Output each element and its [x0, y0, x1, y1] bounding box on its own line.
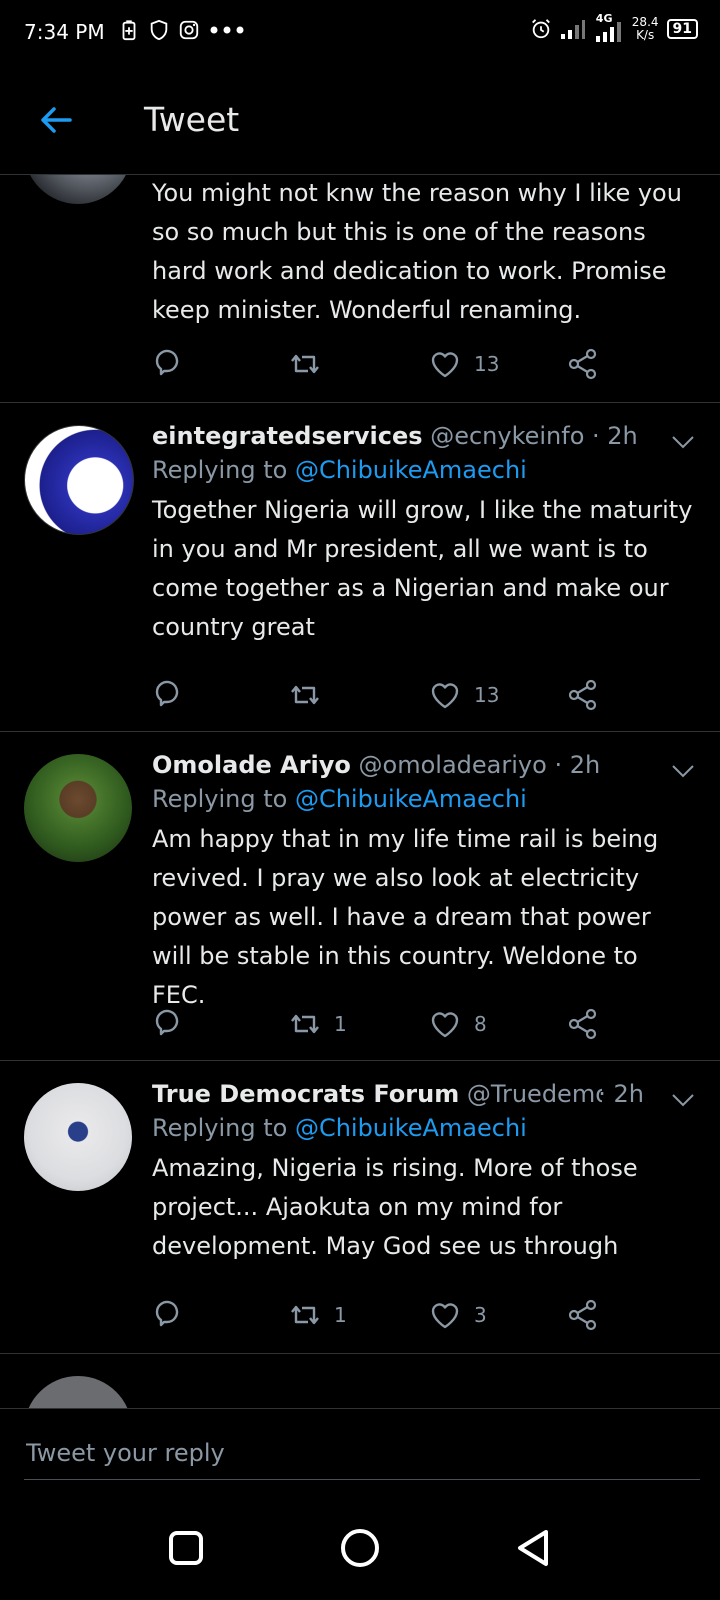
more-dots-icon: [210, 26, 244, 34]
shield-icon: [150, 19, 168, 41]
chevron-down-icon[interactable]: [670, 429, 696, 455]
replying-to: Replying to @ChibuikeAmaechi: [152, 785, 527, 813]
recents-square-icon[interactable]: [164, 1526, 208, 1570]
tweet-actions: 13: [152, 344, 632, 384]
reply-feed[interactable]: You might not knw the reason why I like …: [0, 174, 720, 1408]
replying-to: Replying to @ChibuikeAmaechi: [152, 456, 527, 484]
heart-icon: [431, 1303, 459, 1329]
battery-saver-icon: [122, 20, 136, 41]
tweet-actions: 1 3: [152, 1295, 632, 1335]
status-time: 7:34 PM: [24, 20, 105, 44]
share-button[interactable]: [566, 675, 600, 715]
reply-button[interactable]: [152, 675, 186, 715]
retweet-button[interactable]: 1: [288, 1295, 347, 1335]
chevron-down-icon[interactable]: [670, 1087, 696, 1113]
reply-button[interactable]: [152, 1295, 186, 1335]
avatar[interactable]: [24, 1083, 132, 1191]
retweet-count: 1: [334, 1012, 347, 1036]
back-triangle-icon[interactable]: [512, 1526, 556, 1570]
tweet-actions: 1 8: [152, 1004, 632, 1044]
tweet-item[interactable]: eintegratedservices @ecnykeinfo · 2h Rep…: [0, 403, 720, 732]
author-name[interactable]: eintegratedservices: [152, 422, 423, 450]
tweet-text: You might not knw the reason why I like …: [152, 179, 682, 324]
home-circle-icon[interactable]: [338, 1526, 382, 1570]
network-speed: 28.4 K/s: [631, 15, 659, 42]
reply-button[interactable]: [152, 344, 186, 384]
avatar[interactable]: [24, 425, 134, 535]
share-button[interactable]: [566, 1295, 600, 1335]
share-icon: [568, 679, 597, 711]
heart-icon: [431, 683, 459, 709]
battery-indicator: 91: [666, 19, 698, 39]
page-title: Tweet: [144, 100, 240, 139]
tweet-time: · 2h: [554, 751, 601, 779]
share-button[interactable]: [566, 344, 600, 384]
alarm-icon: [531, 19, 550, 39]
share-icon: [568, 348, 597, 380]
system-nav-bar: [0, 1496, 720, 1600]
reply-icon: [155, 1009, 179, 1036]
like-count: 8: [474, 1012, 487, 1036]
avatar[interactable]: [24, 174, 132, 204]
heart-icon: [431, 1012, 459, 1038]
tweet-item[interactable]: True Democrats Forum @Truedemocr... · 2h…: [0, 1061, 720, 1354]
like-button[interactable]: 3: [428, 1295, 487, 1335]
tweet-item[interactable]: [0, 1354, 720, 1408]
retweet-button[interactable]: 1: [288, 1004, 347, 1044]
tweet-item[interactable]: Omolade Ariyo @omoladeariyo · 2h Replyin…: [0, 732, 720, 1061]
retweet-button[interactable]: [288, 344, 334, 384]
mention-link[interactable]: @ChibuikeAmaechi: [295, 785, 527, 813]
retweet-icon: [291, 685, 319, 705]
signal-icon: [560, 20, 585, 39]
chevron-down-icon[interactable]: [670, 758, 696, 784]
retweet-icon: [291, 354, 319, 374]
heart-icon: [431, 352, 459, 378]
reply-icon: [155, 1300, 179, 1327]
share-button[interactable]: [566, 1004, 600, 1044]
avatar[interactable]: [24, 1376, 132, 1408]
tweet-text: Amazing, Nigeria is rising. More of thos…: [152, 1154, 638, 1260]
author-name[interactable]: Omolade Ariyo: [152, 751, 351, 779]
avatar[interactable]: [24, 754, 132, 862]
replying-to: Replying to @ChibuikeAmaechi: [152, 1114, 527, 1142]
tweet-item[interactable]: You might not knw the reason why I like …: [0, 174, 720, 403]
like-count: 3: [474, 1303, 487, 1327]
instagram-icon: [179, 20, 199, 40]
tweet-text: Am happy that in my life time rail is be…: [152, 825, 659, 1009]
mention-link[interactable]: @ChibuikeAmaechi: [295, 1114, 527, 1142]
signal-4g-icon: 4G: [594, 12, 624, 42]
author-name[interactable]: True Democrats Forum: [152, 1080, 459, 1108]
share-icon: [568, 1299, 597, 1331]
reply-input[interactable]: [24, 1427, 700, 1480]
retweet-icon: [291, 1305, 319, 1325]
author-handle[interactable]: @ecnykeinfo: [430, 422, 584, 450]
tweet-text: Together Nigeria will grow, I like the m…: [152, 496, 693, 641]
reply-composer: [0, 1408, 720, 1497]
mention-link[interactable]: @ChibuikeAmaechi: [295, 456, 527, 484]
like-button[interactable]: 13: [428, 344, 499, 384]
like-button[interactable]: 8: [428, 1004, 487, 1044]
reply-icon: [155, 349, 179, 376]
back-arrow-icon[interactable]: [36, 100, 76, 140]
like-count: 13: [474, 683, 500, 707]
tweet-time: · 2h: [592, 422, 638, 450]
like-count: 13: [474, 352, 500, 376]
page-header: Tweet: [0, 64, 720, 175]
tweet-time: · 2h: [598, 1080, 644, 1108]
retweet-icon: [291, 1014, 319, 1034]
reply-icon: [155, 680, 179, 707]
retweet-count: 1: [334, 1303, 347, 1327]
author-handle[interactable]: @omoladeariyo: [359, 751, 547, 779]
author-handle[interactable]: @Truedemocr...: [467, 1080, 602, 1108]
share-icon: [568, 1008, 597, 1040]
reply-button[interactable]: [152, 1004, 186, 1044]
retweet-button[interactable]: [288, 675, 334, 715]
like-button[interactable]: 13: [428, 675, 499, 715]
tweet-actions: 13: [152, 675, 632, 715]
status-bar: 7:34 PM 4G 28.4 K/s 91: [0, 0, 720, 64]
